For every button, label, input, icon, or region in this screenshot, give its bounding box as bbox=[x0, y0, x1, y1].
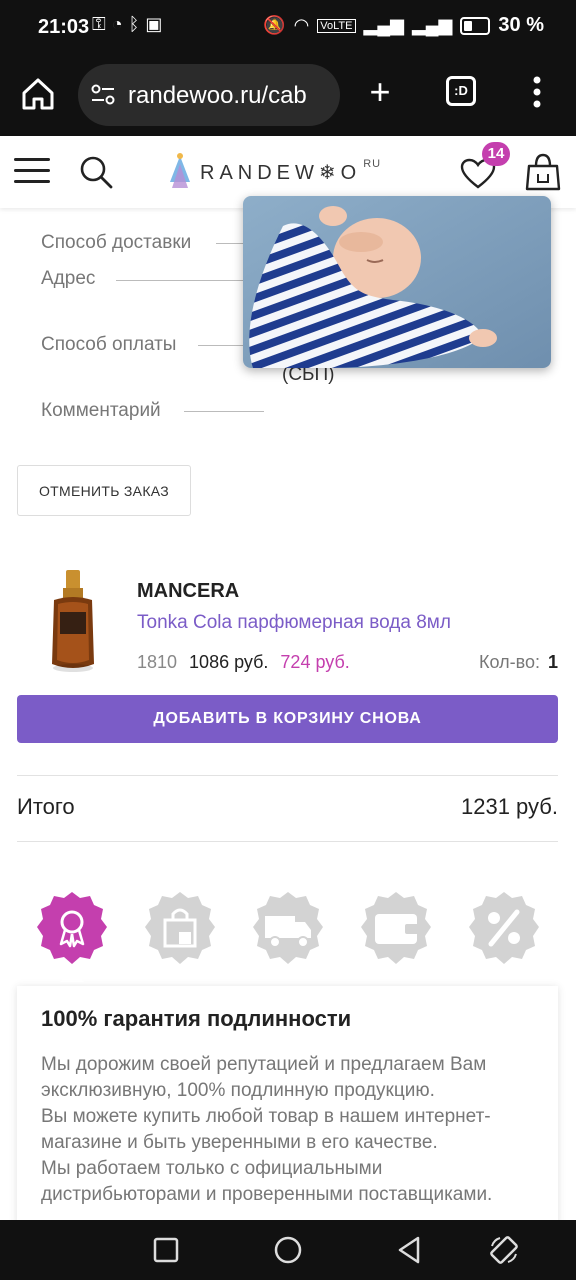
hamburger-menu-icon[interactable] bbox=[14, 158, 50, 186]
recents-icon[interactable] bbox=[150, 1234, 182, 1266]
info-paragraph: Вы можете купить любой товар в нашем инт… bbox=[41, 1106, 491, 1153]
product-image[interactable] bbox=[44, 568, 102, 676]
key-icon: ⚿ bbox=[92, 14, 106, 34]
signal-2-icon: ▂▄▆ bbox=[411, 15, 453, 35]
wifi-icon: ◠ bbox=[293, 15, 310, 35]
percent-icon[interactable] bbox=[465, 890, 543, 968]
field-divider bbox=[116, 280, 246, 281]
divider bbox=[17, 841, 558, 842]
sleeping-baby-image bbox=[243, 196, 551, 368]
battery-percent: 30 % bbox=[498, 14, 544, 36]
battery-icon bbox=[460, 16, 491, 35]
home-icon[interactable] bbox=[18, 74, 58, 114]
total-value: 1231 руб. bbox=[460, 794, 558, 819]
delivery-method-label: Способ доставки bbox=[41, 232, 192, 253]
price-discount: 724 руб. bbox=[280, 652, 350, 672]
status-left-icons: ⚿ ◔ ᛒ ▣ bbox=[92, 14, 162, 35]
total-label: Итого bbox=[17, 794, 75, 819]
site-settings-icon[interactable] bbox=[90, 82, 116, 108]
divider bbox=[17, 775, 558, 776]
system-nav-bar bbox=[0, 1220, 576, 1280]
signal-icon: ▂▄▆ bbox=[363, 15, 404, 35]
award-icon[interactable] bbox=[33, 890, 111, 968]
product-name-link[interactable]: Tonka Cola парфюмерная вода 8мл bbox=[137, 612, 451, 634]
cart-bag-icon[interactable] bbox=[524, 152, 562, 192]
bluetooth-icon: ᛒ bbox=[128, 14, 140, 34]
info-title: 100% гарантия подлинности bbox=[41, 1006, 352, 1031]
quantity-label: Кол-во: bbox=[479, 652, 540, 672]
site-logo[interactable]: RANDEW❄O RU bbox=[166, 150, 381, 194]
info-paragraph: Мы дорожим своей репутацией и предлагаем… bbox=[41, 1054, 487, 1101]
price-old: 1810 bbox=[137, 652, 178, 672]
floating-video-thumbnail[interactable] bbox=[243, 196, 551, 368]
mute-icon: 🔕 bbox=[263, 15, 286, 35]
speed-icon: ◔ bbox=[111, 14, 123, 34]
feature-info-panel: 100% гарантия подлинности Мы дорожим сво… bbox=[17, 986, 558, 1226]
price-current: 1086 руб. bbox=[189, 652, 269, 672]
shopping-bag-icon[interactable] bbox=[141, 890, 219, 968]
new-tab-button[interactable]: + bbox=[362, 72, 398, 112]
status-bar: 21:03 ⚿ ◔ ᛒ ▣ 🔕 ◠ VoLTE ▂▄▆ ▂▄▆ 30 % bbox=[0, 0, 576, 56]
quantity: Кол-во: 1 bbox=[479, 652, 558, 673]
field-divider bbox=[198, 345, 246, 346]
comment-label: Комментарий bbox=[41, 400, 161, 421]
home-nav-icon[interactable] bbox=[272, 1234, 304, 1266]
quantity-value: 1 bbox=[547, 652, 558, 672]
url-text[interactable]: randewoo.ru/cab bbox=[128, 82, 328, 110]
back-icon[interactable] bbox=[394, 1234, 426, 1266]
logo-suffix: RU bbox=[363, 158, 382, 170]
truck-icon[interactable] bbox=[249, 890, 327, 968]
browser-toolbar: randewoo.ru/cab + :D bbox=[0, 56, 576, 136]
more-menu-icon[interactable] bbox=[522, 72, 552, 112]
price-row: 1810 1086 руб. 724 руб. bbox=[137, 652, 350, 673]
status-time: 21:03 bbox=[38, 16, 90, 38]
search-icon[interactable] bbox=[78, 154, 114, 190]
field-divider bbox=[216, 243, 246, 244]
logo-text: RANDEW❄O bbox=[200, 161, 362, 184]
rotate-icon[interactable] bbox=[488, 1234, 520, 1266]
field-divider bbox=[184, 411, 264, 412]
info-pointer bbox=[60, 968, 84, 982]
logo-tree-icon bbox=[170, 153, 190, 188]
address-label: Адрес bbox=[41, 268, 96, 289]
cancel-order-button[interactable]: ОТМЕНИТЬ ЗАКАЗ bbox=[17, 465, 191, 516]
wallet-icon[interactable] bbox=[357, 890, 435, 968]
add-to-cart-again-button[interactable]: ДОБАВИТЬ В КОРЗИНУ СНОВА bbox=[17, 695, 558, 743]
status-right-icons: 🔕 ◠ VoLTE ▂▄▆ ▂▄▆ 30 % bbox=[263, 14, 544, 37]
pay-icon: ▣ bbox=[145, 14, 163, 34]
tab-switcher-button[interactable]: :D bbox=[446, 76, 476, 106]
info-paragraph: Мы работаем только с официальными дистри… bbox=[41, 1158, 493, 1205]
payment-method-label: Способ оплаты bbox=[41, 334, 177, 355]
volte-icon: VoLTE bbox=[317, 18, 356, 33]
product-brand[interactable]: MANCERA bbox=[137, 580, 239, 603]
url-bar[interactable]: randewoo.ru/cab bbox=[78, 64, 340, 126]
favorites-count-badge: 14 bbox=[482, 142, 510, 166]
info-text: Мы дорожим своей репутацией и предлагаем… bbox=[41, 1052, 541, 1208]
